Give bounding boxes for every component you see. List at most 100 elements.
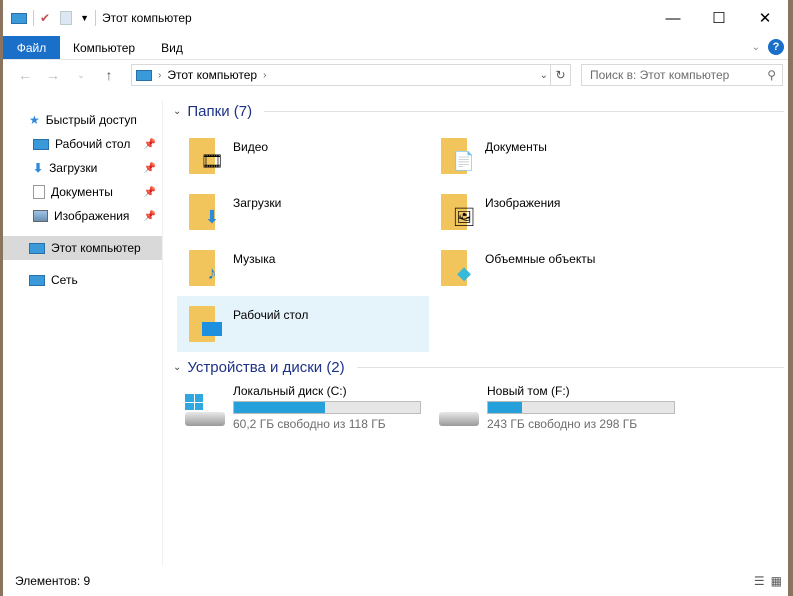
sidebar-item-network[interactable]: Сеть [3, 268, 162, 292]
forward-button[interactable]: → [41, 67, 65, 83]
sidebar-item-label: Сеть [51, 273, 78, 287]
document-icon [33, 185, 45, 199]
folder-name: Объемные объекты [485, 252, 596, 266]
tab-file[interactable]: Файл [3, 36, 60, 59]
maximize-button[interactable]: ☐ [696, 0, 742, 36]
content-pane: ⌄ Папки (7) 🎞 Видео 📄 Документы ⬇ Загрузки 🖼… [171, 100, 788, 566]
hard-drive-icon [437, 392, 479, 432]
details-view-icon[interactable]: ☰ [754, 574, 765, 588]
drive-usage-fill [234, 402, 326, 413]
video-folder-icon: 🎞 [185, 134, 223, 176]
drive-usage-bar [233, 401, 421, 414]
folder-name: Загрузки [233, 196, 282, 210]
recent-locations-button[interactable]: ⌄ [69, 70, 93, 81]
chevron-down-icon[interactable]: ⌄ [173, 362, 181, 373]
large-icons-view-icon[interactable]: ▦ [771, 574, 782, 588]
search-placeholder: Поиск в: Этот компьютер [590, 68, 730, 82]
pictures-folder-icon: 🖼 [437, 190, 475, 232]
folder-item-music[interactable]: ♪ Музыка [177, 240, 429, 296]
sidebar-item-label: Загрузки [49, 161, 98, 175]
folder-item-desktop[interactable]: Рабочий стол [177, 296, 429, 352]
navigation-bar: ← → ⌄ ↑ › Этот компьютер › ⌄ ↻ Поиск в: … [3, 60, 788, 90]
group-header-drives[interactable]: ⌄ Устройства и диски (2) [171, 356, 788, 378]
pin-icon: 📌 [143, 186, 156, 198]
chevron-down-icon[interactable]: ⌄ [540, 70, 548, 81]
group-title: Устройства и диски (2) [187, 358, 345, 376]
3d-objects-folder-icon: ◆ [437, 246, 473, 288]
group-title: Папки (7) [187, 102, 253, 120]
sidebar-item-downloads[interactable]: ⬇ Загрузки 📌 [3, 156, 162, 180]
window-title: Этот компьютер [101, 11, 192, 25]
ribbon: Файл Компьютер Вид ⌄? [3, 36, 788, 60]
new-folder-icon[interactable] [60, 11, 73, 25]
drive-item-c[interactable]: Локальный диск (C:) 60,2 ГБ свободно из 1… [183, 384, 437, 432]
music-folder-icon: ♪ [185, 246, 221, 288]
desktop-icon [33, 138, 49, 150]
tab-computer[interactable]: Компьютер [60, 36, 148, 59]
folder-name: Документы [485, 140, 547, 154]
sidebar-item-label: Рабочий стол [55, 137, 131, 151]
sidebar-item-label: Быстрый доступ [45, 113, 137, 127]
folder-item-videos[interactable]: 🎞 Видео [177, 128, 429, 184]
back-button[interactable]: ← [13, 67, 37, 83]
navigation-pane: ★ Быстрый доступ Рабочий стол 📌 ⬇ Загрузки 📌… [3, 100, 163, 566]
chevron-down-icon[interactable]: ⌄ [173, 106, 181, 117]
folder-item-pictures[interactable]: 🖼 Изображения [429, 184, 681, 240]
drive-usage-bar [487, 401, 675, 414]
drive-item-f[interactable]: Новый том (F:) 243 ГБ свободно из 298 ГБ [437, 384, 691, 432]
refresh-button[interactable]: ↻ [550, 65, 570, 85]
computer-icon [136, 69, 152, 81]
search-icon: ⚲ [767, 68, 776, 82]
pin-icon: 📌 [143, 210, 156, 222]
sidebar-item-desktop[interactable]: Рабочий стол 📌 [3, 132, 162, 156]
group-header-folders[interactable]: ⌄ Папки (7) [171, 100, 788, 122]
drive-name: Новый том (F:) [487, 384, 570, 398]
folder-name: Музыка [233, 252, 276, 266]
title-bar: ✔ ▼ Этот компьютер — ☐ ✕ [3, 0, 788, 36]
breadcrumb-this-pc[interactable]: Этот компьютер [167, 68, 257, 82]
pin-icon: 📌 [143, 162, 156, 174]
drive-name: Локальный диск (C:) [233, 384, 347, 398]
tab-view[interactable]: Вид [148, 36, 196, 59]
folder-name: Изображения [485, 196, 561, 210]
desktop-folder-icon [185, 302, 222, 344]
folder-name: Рабочий стол [233, 308, 309, 322]
divider [33, 10, 34, 26]
sidebar-item-documents[interactable]: Документы 📌 [3, 180, 162, 204]
explorer-window: ✔ ▼ Этот компьютер — ☐ ✕ Файл Компьютер … [3, 0, 788, 596]
divider [356, 366, 784, 368]
sidebar-item-pictures[interactable]: Изображения 📌 [3, 204, 162, 228]
chevron-right-icon[interactable]: › [158, 70, 161, 81]
divider [94, 10, 96, 26]
customize-qat-icon[interactable]: ▼ [80, 13, 89, 23]
system-drive-icon [183, 392, 225, 432]
expand-ribbon-icon[interactable]: ⌄ [752, 42, 760, 53]
divider [264, 110, 784, 112]
address-bar[interactable]: › Этот компьютер › ⌄ ↻ [131, 64, 571, 86]
sidebar-item-this-pc[interactable]: Этот компьютер [3, 236, 162, 260]
documents-folder-icon: 📄 [437, 134, 475, 176]
close-button[interactable]: ✕ [742, 0, 788, 36]
sidebar-item-label: Этот компьютер [51, 241, 141, 255]
folder-item-3d-objects[interactable]: ◆ Объемные объекты [429, 240, 681, 296]
network-icon [29, 274, 45, 286]
pictures-icon [33, 210, 48, 222]
chevron-right-icon[interactable]: › [263, 70, 266, 81]
folder-item-documents[interactable]: 📄 Документы [429, 128, 681, 184]
folder-name: Видео [233, 140, 269, 154]
downloads-folder-icon: ⬇ [185, 190, 221, 232]
status-bar: Элементов: 9 ☰ ▦ [3, 566, 788, 596]
help-icon[interactable]: ? [768, 39, 784, 55]
properties-icon[interactable]: ✔ [40, 11, 50, 25]
folder-item-downloads[interactable]: ⬇ Загрузки [177, 184, 429, 240]
download-icon: ⬇ [33, 161, 44, 175]
drive-usage-fill [488, 402, 523, 413]
minimize-button[interactable]: — [650, 0, 696, 36]
sidebar-item-label: Документы [51, 185, 113, 199]
search-input[interactable]: Поиск в: Этот компьютер ⚲ [581, 64, 783, 86]
computer-icon [11, 12, 27, 24]
up-button[interactable]: ↑ [97, 67, 121, 83]
pin-icon: 📌 [143, 138, 156, 150]
sidebar-item-label: Изображения [54, 209, 130, 223]
sidebar-item-quick-access[interactable]: ★ Быстрый доступ [3, 108, 162, 132]
